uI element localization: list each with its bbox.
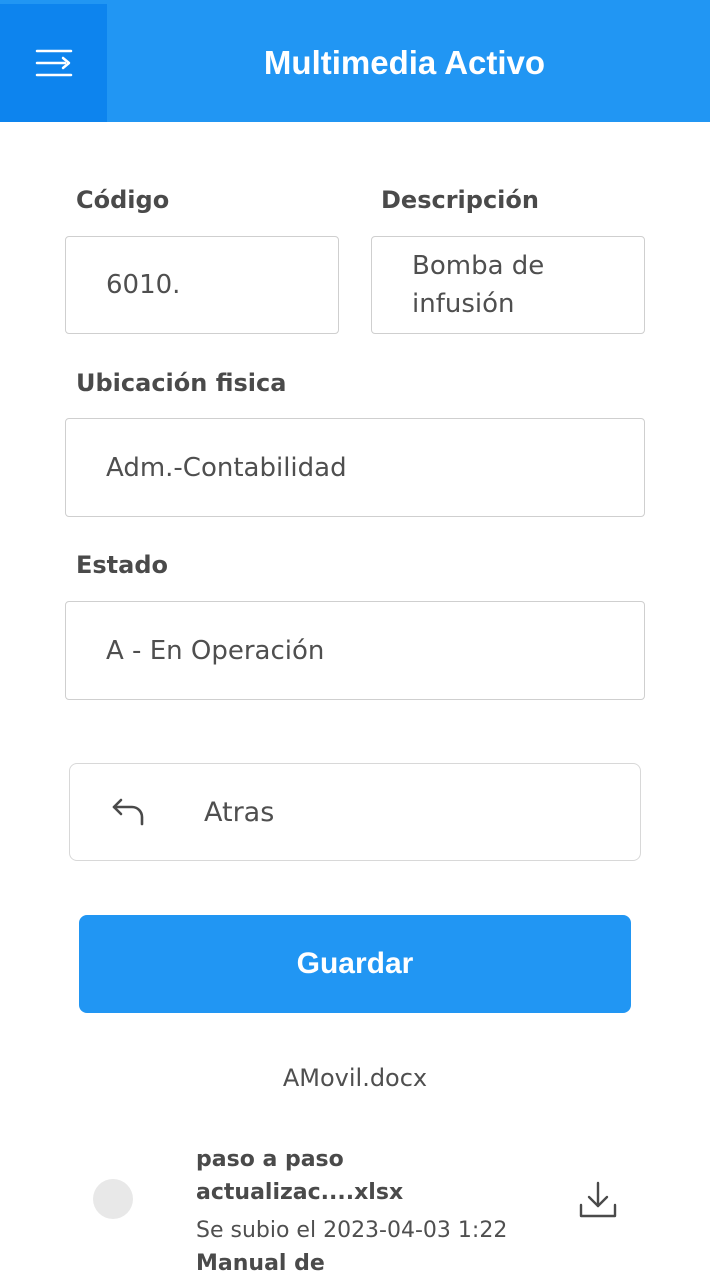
app-header: Multimedia Activo: [0, 0, 710, 122]
undo-arrow-icon: [112, 798, 144, 826]
descripcion-field[interactable]: Bomba de infusión: [371, 236, 645, 334]
attached-file-name[interactable]: AMovil.docx: [0, 1064, 710, 1092]
estado-value: A - En Operación: [106, 635, 325, 666]
descripcion-label: Descripción: [381, 186, 539, 214]
ubicacion-field[interactable]: Adm.-Contabilidad: [65, 418, 645, 517]
codigo-label: Código: [76, 186, 170, 214]
ubicacion-value: Adm.-Contabilidad: [106, 452, 347, 483]
codigo-value: 6010.: [106, 270, 181, 300]
descripcion-value: Bomba de infusión: [412, 251, 545, 319]
download-icon[interactable]: [578, 1180, 618, 1220]
file-item-title[interactable]: paso a paso actualizac....xlsx: [196, 1143, 516, 1209]
save-button-label: Guardar: [296, 947, 414, 980]
file-avatar: [93, 1179, 133, 1219]
estado-label: Estado: [76, 551, 169, 579]
ubicacion-label: Ubicación fisica: [76, 369, 287, 397]
menu-button[interactable]: [0, 4, 107, 122]
page-title: Multimedia Activo: [107, 4, 710, 122]
estado-field[interactable]: A - En Operación: [65, 601, 645, 700]
page-title-text: Multimedia Activo: [263, 44, 546, 81]
back-button-label: Atras: [204, 796, 275, 828]
file-item-title-next[interactable]: Manual de: [196, 1251, 325, 1276]
codigo-field[interactable]: 6010.: [65, 236, 339, 334]
back-button[interactable]: Atras: [69, 763, 641, 861]
menu-icon: [35, 49, 72, 77]
file-item-upload-date: Se subio el 2023-04-03 1:22: [196, 1218, 508, 1243]
save-button[interactable]: Guardar: [79, 915, 631, 1013]
